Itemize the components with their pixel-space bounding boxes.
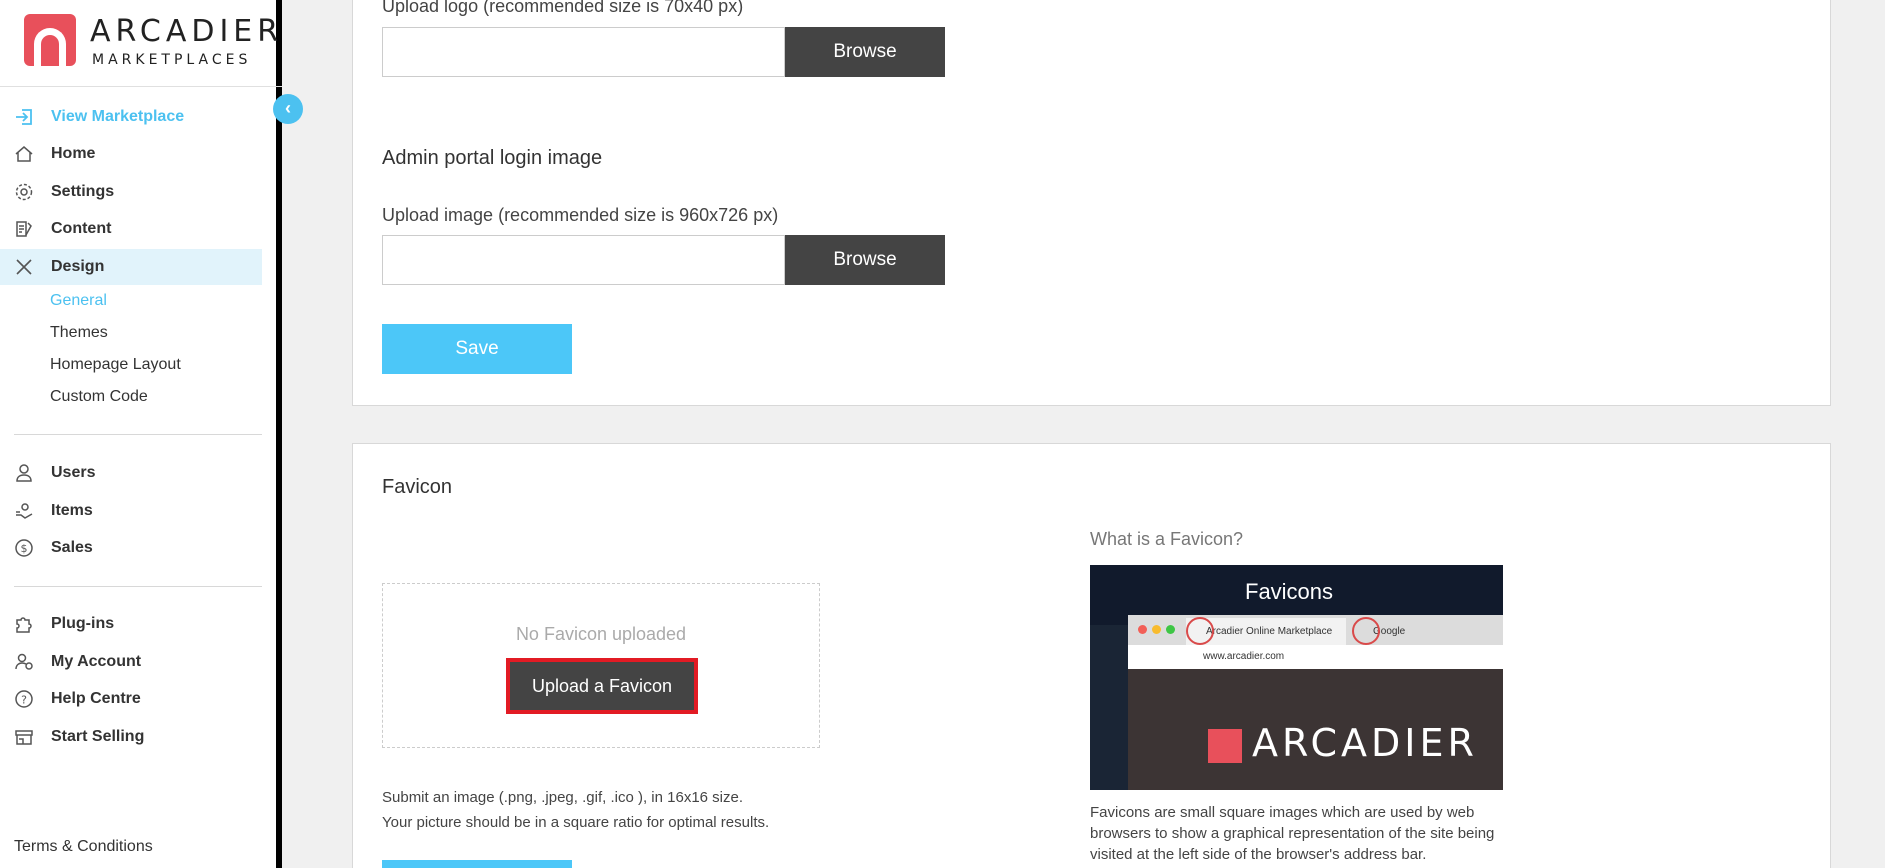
sidebar-item-my-account[interactable]: My Account xyxy=(0,644,262,680)
browser-url-bar: www.arcadier.com xyxy=(1128,645,1503,669)
svg-text:?: ? xyxy=(21,694,27,707)
browser-mockup: Arcadier Online Marketplace Google www.a… xyxy=(1128,615,1503,669)
terms-link[interactable]: Terms & Conditions xyxy=(14,838,153,856)
sidebar-item-start-selling[interactable]: Start Selling xyxy=(0,719,262,755)
store-icon xyxy=(13,726,35,748)
collapse-sidebar-button[interactable]: ‹ xyxy=(273,94,303,124)
gear-icon xyxy=(13,181,35,203)
content-icon xyxy=(13,218,35,240)
sidebar-item-users[interactable]: Users xyxy=(0,455,262,491)
help-icon: ? xyxy=(13,688,35,710)
sidebar-item-design[interactable]: Design xyxy=(0,249,262,285)
sidebar-item-label: Home xyxy=(51,145,96,162)
divider xyxy=(14,434,262,435)
sidebar-subitem-homepage-layout[interactable]: Homepage Layout xyxy=(50,356,181,374)
logo-tagline: MARKETPLACES xyxy=(92,52,252,68)
sidebar-item-home[interactable]: Home xyxy=(0,136,262,172)
favicon-help-line1: Submit an image (.png, .jpeg, .gif, .ico… xyxy=(382,789,744,806)
sidebar-item-content[interactable]: Content xyxy=(0,211,262,247)
arcadier-logo-mark-icon xyxy=(1208,729,1242,763)
browser-tabs: Arcadier Online Marketplace Google xyxy=(1128,615,1503,645)
sidebar-item-label: Sales xyxy=(51,539,93,556)
sidebar-item-sales[interactable]: $ Sales xyxy=(0,530,262,566)
logo-file-input[interactable] xyxy=(382,27,785,77)
favicon-description: Favicons are small square images which a… xyxy=(1090,804,1495,863)
sidebar-item-label: Plug-ins xyxy=(51,615,115,632)
arcadier-banner-text: ARCADIER xyxy=(1252,721,1478,765)
login-image-file-input[interactable] xyxy=(382,235,785,285)
favicon-drop-zone[interactable]: No Favicon uploaded Upload a Favicon xyxy=(382,583,820,748)
sidebar-item-label: Start Selling xyxy=(51,728,145,745)
logo-name: ARCADIER xyxy=(90,14,284,49)
save-button[interactable]: Save xyxy=(382,324,572,374)
sidebar-item-label: Help Centre xyxy=(51,690,141,707)
sidebar-subitem-general[interactable]: General xyxy=(50,292,107,310)
favicon-image-heading: Favicons xyxy=(1245,579,1334,604)
sidebar-item-label: My Account xyxy=(51,653,142,670)
sidebar-item-label: Items xyxy=(51,502,93,519)
login-image-browse-button[interactable]: Browse xyxy=(785,235,945,285)
upload-login-image-label: Upload image (recommended size is 960x72… xyxy=(382,205,779,225)
dollar-icon: $ xyxy=(13,537,35,559)
sidebar-item-settings[interactable]: Settings xyxy=(0,174,262,210)
sidebar-subitem-themes[interactable]: Themes xyxy=(50,324,108,342)
divider xyxy=(0,86,282,87)
what-is-favicon-heading: What is a Favicon? xyxy=(1090,529,1244,549)
favicon-help-line2: Your picture should be in a square ratio… xyxy=(382,814,770,831)
sidebar-item-label: View Marketplace xyxy=(51,108,185,125)
sidebar-subitem-custom-code[interactable]: Custom Code xyxy=(50,388,148,406)
logo-browse-button[interactable]: Browse xyxy=(785,27,945,77)
enter-icon xyxy=(13,106,35,128)
sidebar-item-items[interactable]: Items xyxy=(0,493,262,529)
sidebar: ARCADIER MARKETPLACES View Marketplace H… xyxy=(0,0,282,868)
favicon-highlight-circle-icon xyxy=(1352,617,1380,645)
upload-logo-label: Upload logo (recommended size is 70x40 p… xyxy=(382,0,744,16)
arcadier-logo[interactable]: ARCADIER MARKETPLACES xyxy=(24,14,278,70)
favicon-example-image: Favicons Arcadier Online Marketplace Goo… xyxy=(1090,565,1503,790)
close-dot-icon xyxy=(1138,625,1147,634)
no-favicon-text: No Favicon uploaded xyxy=(515,624,687,644)
sidebar-item-label: Design xyxy=(51,258,105,275)
puzzle-icon xyxy=(13,613,35,635)
sidebar-item-label: Content xyxy=(51,220,112,237)
design-icon xyxy=(13,256,35,278)
favicon-save-button[interactable] xyxy=(382,860,572,868)
items-icon xyxy=(13,500,35,522)
account-icon xyxy=(13,651,35,673)
chevron-left-icon: ‹ xyxy=(285,98,291,118)
minimize-dot-icon xyxy=(1152,625,1161,634)
user-icon xyxy=(13,462,35,484)
favicon-highlight-circle-icon xyxy=(1186,617,1214,645)
sidebar-item-plug-ins[interactable]: Plug-ins xyxy=(0,606,262,642)
sidebar-item-label: Users xyxy=(51,464,96,481)
sidebar-item-help-centre[interactable]: ? Help Centre xyxy=(0,681,262,717)
sidebar-item-label: Settings xyxy=(51,183,115,200)
svg-text:$: $ xyxy=(21,542,28,555)
arcadier-banner: ARCADIER xyxy=(1128,669,1503,790)
home-icon xyxy=(13,143,35,165)
login-image-title: Admin portal login image xyxy=(382,147,603,169)
sidebar-item-view-marketplace[interactable]: View Marketplace xyxy=(0,99,262,135)
upload-favicon-button[interactable]: Upload a Favicon xyxy=(506,658,698,714)
divider xyxy=(14,586,262,587)
favicon-title: Favicon xyxy=(382,476,453,498)
logo-mark-icon xyxy=(24,14,76,66)
maximize-dot-icon xyxy=(1166,625,1175,634)
